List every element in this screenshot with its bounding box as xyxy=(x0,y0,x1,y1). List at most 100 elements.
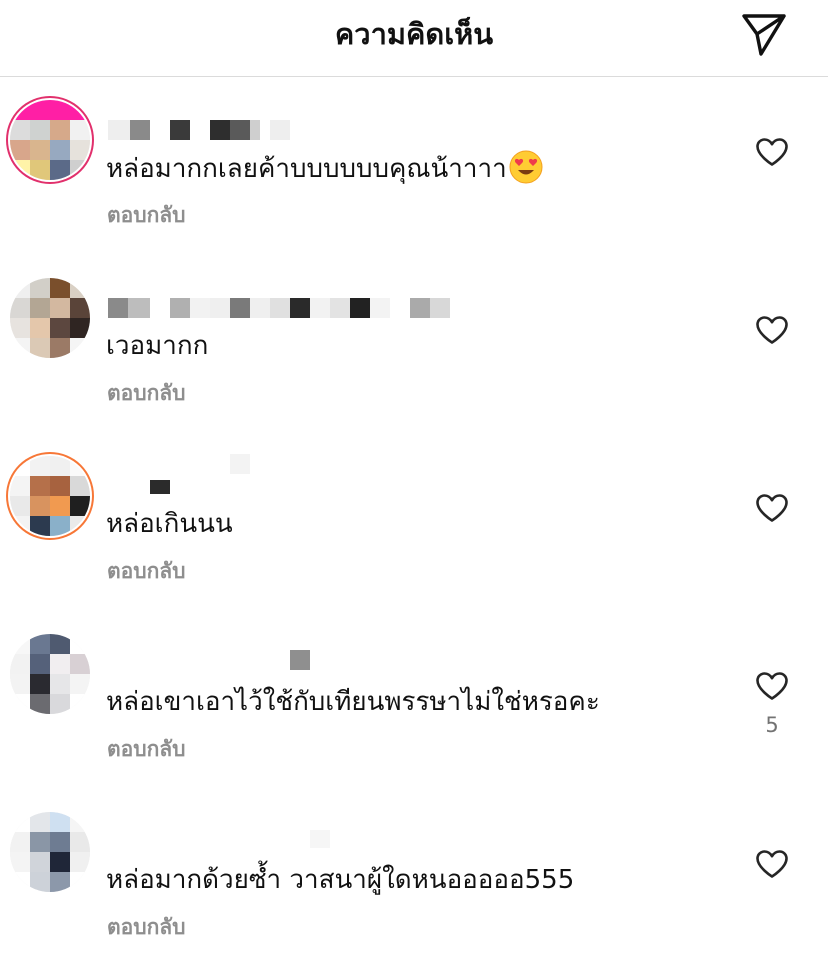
avatar-pixel xyxy=(70,832,90,852)
username-censored[interactable] xyxy=(108,830,508,852)
share-button[interactable] xyxy=(738,8,790,60)
avatar-pixel xyxy=(70,634,90,654)
avatar-pixel xyxy=(30,160,50,180)
comment-item: หล่อเขาเอาไว้ใช้กับเทียนพรรษาไม่ใช่หรอคะ… xyxy=(0,612,828,790)
heart-outline-icon xyxy=(756,316,788,344)
avatar-pixel xyxy=(50,140,70,160)
avatar-pixel xyxy=(70,278,90,298)
paper-plane-icon xyxy=(742,14,786,56)
username-censored[interactable] xyxy=(108,650,508,674)
avatar-pixel xyxy=(10,456,30,476)
avatar-pixel xyxy=(70,160,90,180)
heart-outline-icon xyxy=(756,672,788,700)
avatar-pixel xyxy=(70,872,90,892)
avatar-pixel xyxy=(10,120,30,140)
avatar[interactable] xyxy=(10,634,90,714)
like-button[interactable] xyxy=(752,846,792,882)
comment-text: เวอมากก xyxy=(106,331,209,361)
avatar-pixel xyxy=(30,832,50,852)
avatar-pixel xyxy=(10,832,30,852)
avatar-pixel xyxy=(50,654,70,674)
avatar-pixel xyxy=(10,496,30,516)
comment-item: หล่อมากกเลยค้าบบบบบบคุณน้าาาา ตอบกลับ xyxy=(0,78,828,256)
reply-button[interactable]: ตอบกลับ xyxy=(107,556,186,586)
avatar-pixel xyxy=(10,694,30,714)
avatar-pixel xyxy=(50,318,70,338)
heart-outline-icon xyxy=(756,850,788,878)
avatar-pixel xyxy=(50,298,70,318)
comment-text: หล่อเกินนน xyxy=(106,509,233,539)
avatar-pixel xyxy=(50,832,70,852)
avatar-pixel xyxy=(10,100,30,120)
avatar-pixel xyxy=(50,852,70,872)
like-button[interactable] xyxy=(752,490,792,526)
avatar-pixel xyxy=(50,278,70,298)
comment-text-label: หล่อมากกเลยค้าบบบบบบคุณน้าาาา xyxy=(106,154,507,184)
avatar-pixel xyxy=(30,338,50,358)
like-button[interactable] xyxy=(752,312,792,348)
reply-button[interactable]: ตอบกลับ xyxy=(107,378,186,408)
like-button[interactable] xyxy=(752,668,792,704)
avatar[interactable] xyxy=(10,100,90,180)
avatar-pixel xyxy=(10,634,30,654)
avatar-pixel xyxy=(10,516,30,536)
heart-outline-icon xyxy=(756,138,788,166)
avatar-pixel xyxy=(70,496,90,516)
avatar-pixel xyxy=(70,298,90,318)
avatar-pixel xyxy=(50,812,70,832)
like-button[interactable] xyxy=(752,134,792,170)
avatar-pixel xyxy=(50,456,70,476)
avatar-pixel xyxy=(70,120,90,140)
avatar-pixel xyxy=(50,120,70,140)
avatar-pixel xyxy=(10,140,30,160)
avatar-pixel xyxy=(30,694,50,714)
avatar-pixel xyxy=(70,654,90,674)
avatar-pixel xyxy=(30,852,50,872)
avatar[interactable] xyxy=(10,278,90,358)
avatar-pixel xyxy=(10,852,30,872)
avatar-pixel xyxy=(70,318,90,338)
avatar-pixel xyxy=(50,476,70,496)
avatar-pixel xyxy=(70,812,90,832)
avatar-pixel xyxy=(10,278,30,298)
avatar[interactable] xyxy=(10,812,90,892)
reply-button[interactable]: ตอบกลับ xyxy=(107,200,186,230)
comment-item: เวอมากก ตอบกลับ xyxy=(0,256,828,434)
avatar-pixel xyxy=(50,100,70,120)
avatar[interactable] xyxy=(10,456,90,536)
comment-item: หล่อเกินนน ตอบกลับ xyxy=(0,434,828,612)
avatar-pixel xyxy=(50,496,70,516)
avatar-pixel xyxy=(50,338,70,358)
avatar-pixel xyxy=(50,694,70,714)
avatar-pixel xyxy=(10,298,30,318)
comments-header: ความคิดเห็น xyxy=(0,0,828,77)
avatar-pixel xyxy=(50,516,70,536)
like-count: 5 xyxy=(765,713,779,737)
avatar-pixel xyxy=(30,278,50,298)
username-censored[interactable] xyxy=(108,454,508,496)
avatar-pixel xyxy=(30,298,50,318)
avatar-pixel xyxy=(10,476,30,496)
username-censored[interactable] xyxy=(108,298,508,318)
avatar-pixel xyxy=(30,634,50,654)
avatar-pixel xyxy=(50,634,70,654)
avatar-pixel xyxy=(70,338,90,358)
page-title: ความคิดเห็น xyxy=(334,17,494,51)
avatar-pixel xyxy=(30,120,50,140)
reply-button[interactable]: ตอบกลับ xyxy=(107,734,186,764)
avatar-pixel xyxy=(10,338,30,358)
avatar-pixel xyxy=(50,674,70,694)
avatar-pixel xyxy=(30,812,50,832)
avatar-pixel xyxy=(50,872,70,892)
comment-text: หล่อเขาเอาไว้ใช้กับเทียนพรรษาไม่ใช่หรอคะ xyxy=(106,687,600,717)
username-censored[interactable] xyxy=(108,120,508,140)
avatar-pixel xyxy=(10,872,30,892)
comment-item: หล่อมากด้วยซ้ำ วาสนาผู้ใดหนอออออ555 ตอบก… xyxy=(0,790,828,968)
comment-text: หล่อมากกเลยค้าบบบบบบคุณน้าาาา xyxy=(106,150,543,194)
avatar-pixel xyxy=(30,496,50,516)
avatar-pixel xyxy=(30,516,50,536)
avatar-pixel xyxy=(30,674,50,694)
reply-button[interactable]: ตอบกลับ xyxy=(107,912,186,942)
comments-list: หล่อมากกเลยค้าบบบบบบคุณน้าาาา ตอบกลับ เว… xyxy=(0,78,828,968)
avatar-pixel xyxy=(70,852,90,872)
